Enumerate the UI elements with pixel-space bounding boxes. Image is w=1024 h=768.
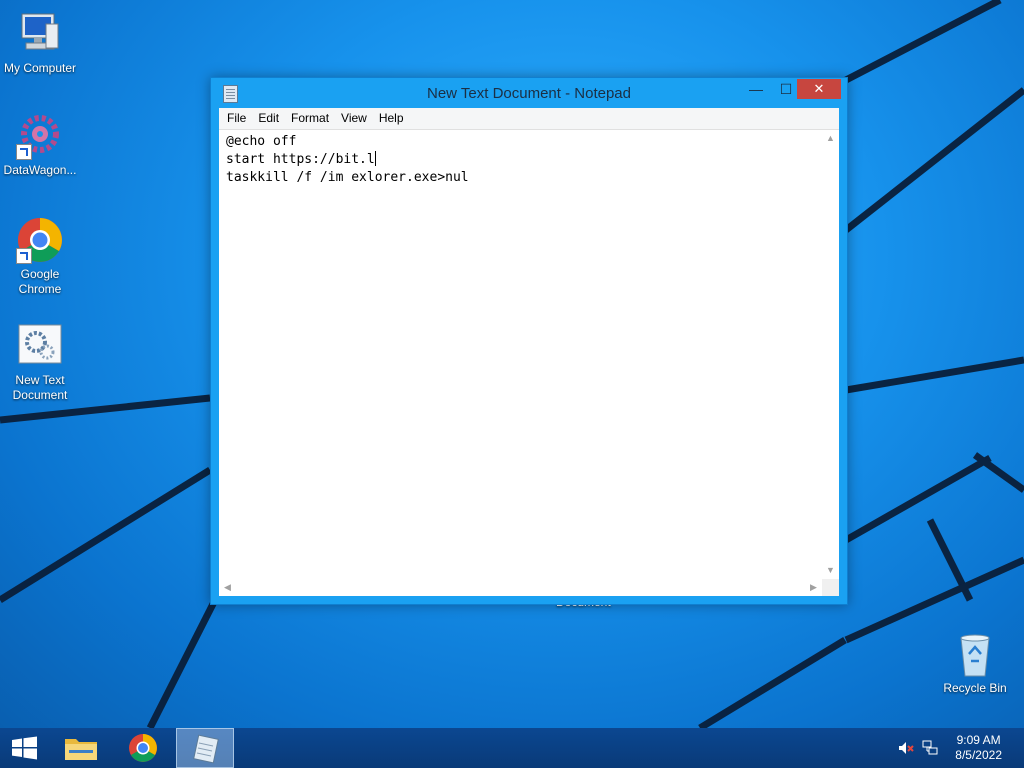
- start-button[interactable]: [0, 728, 48, 768]
- volume-muted-icon[interactable]: [898, 740, 914, 756]
- tray-clock[interactable]: 9:09 AM 8/5/2022: [955, 733, 1002, 763]
- horizontal-scrollbar[interactable]: ◀ ▶: [219, 579, 822, 596]
- menu-edit[interactable]: Edit: [252, 108, 285, 129]
- desktop: My Computer DataWagon... Google Chrome N…: [0, 0, 1024, 728]
- desktop-icon-label: My Computer: [3, 61, 77, 75]
- clock-time: 9:09 AM: [956, 733, 1001, 747]
- desktop-icon-new-text-document[interactable]: New Text Document: [0, 322, 80, 403]
- scroll-right-icon[interactable]: ▶: [805, 579, 822, 596]
- notepad-icon: [193, 734, 219, 764]
- taskbar: 9:09 AM 8/5/2022: [0, 728, 1024, 768]
- editor-line-with-caret: start https://bit.l: [226, 151, 469, 169]
- chrome-icon: [129, 734, 157, 762]
- scroll-up-icon[interactable]: ▲: [822, 130, 839, 147]
- editor-line: taskkill /f /im exlorer.exe>nul: [226, 170, 469, 185]
- desktop-icon-label: Recycle Bin: [943, 681, 1007, 695]
- minimize-button[interactable]: —: [741, 79, 771, 99]
- desktop-icon-my-computer[interactable]: My Computer: [0, 10, 80, 76]
- desktop-icon-datawagon[interactable]: DataWagon...: [0, 112, 80, 178]
- title-bar[interactable]: New Text Document - Notepad — ☐ ✕: [211, 78, 847, 108]
- folder-icon: [65, 739, 97, 760]
- taskbar-notepad[interactable]: [176, 728, 234, 768]
- menu-file[interactable]: File: [221, 108, 252, 129]
- menu-help[interactable]: Help: [373, 108, 410, 129]
- text-editor[interactable]: @echo off start https://bit.l taskkill /f …: [219, 130, 839, 596]
- vertical-scrollbar[interactable]: ▲ ▼: [822, 130, 839, 579]
- settings-document-icon: [16, 322, 64, 370]
- desktop-icon-label: Google Chrome: [18, 267, 62, 296]
- windows-logo-icon: [12, 736, 37, 760]
- scroll-down-icon[interactable]: ▼: [822, 562, 839, 579]
- scroll-left-icon[interactable]: ◀: [219, 579, 236, 596]
- network-icon[interactable]: [922, 740, 938, 756]
- shortcut-arrow-icon: [16, 248, 32, 264]
- desktop-icon-label: DataWagon...: [3, 163, 77, 177]
- menu-format[interactable]: Format: [285, 108, 335, 129]
- chrome-icon: [16, 216, 64, 264]
- recycle-bin-icon: [951, 630, 999, 678]
- desktop-icon-label: New Text Document: [12, 373, 68, 402]
- gear-icon: [16, 112, 64, 160]
- taskbar-file-explorer[interactable]: [52, 728, 110, 768]
- editor-line: start https://bit.l: [226, 152, 375, 167]
- editor-content[interactable]: @echo off start https://bit.l taskkill /f …: [226, 133, 469, 187]
- scrollbar-corner: [822, 579, 839, 596]
- taskbar-google-chrome[interactable]: [114, 728, 172, 768]
- desktop-icon-recycle-bin[interactable]: Recycle Bin: [935, 630, 1015, 696]
- desktop-icon-google-chrome[interactable]: Google Chrome: [0, 216, 80, 297]
- clock-date: 8/5/2022: [955, 748, 1002, 762]
- close-button[interactable]: ✕: [797, 79, 841, 99]
- shortcut-arrow-icon: [16, 144, 32, 160]
- text-caret: [374, 151, 376, 166]
- menu-view[interactable]: View: [335, 108, 373, 129]
- menu-bar: File Edit Format View Help: [219, 108, 839, 130]
- notepad-window[interactable]: New Text Document - Notepad — ☐ ✕ File Ed…: [210, 77, 848, 605]
- computer-icon: [16, 10, 64, 58]
- editor-line: @echo off: [226, 134, 297, 149]
